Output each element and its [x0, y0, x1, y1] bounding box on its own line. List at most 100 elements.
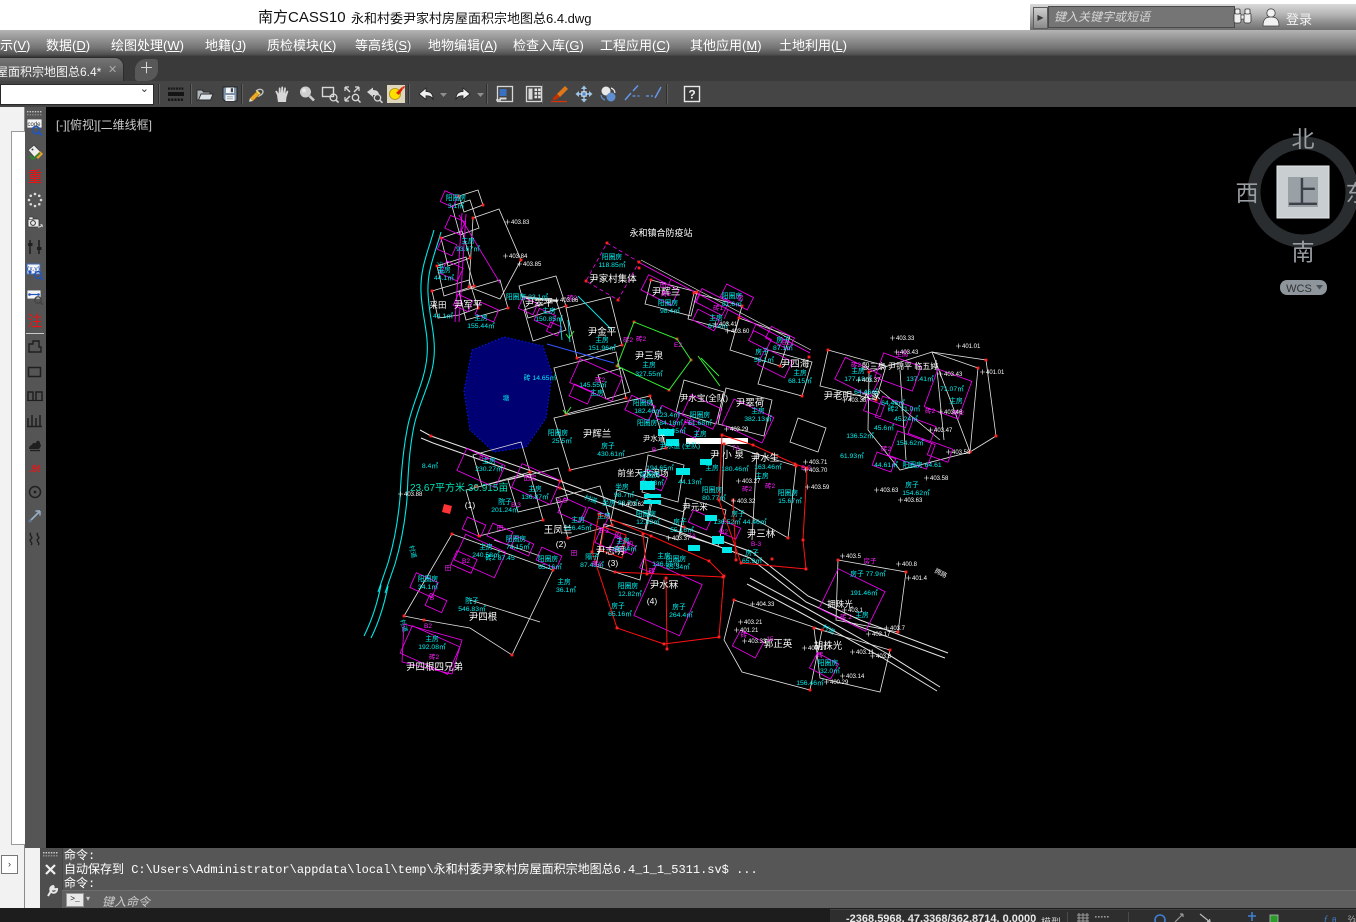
- svg-text:403.11: 403.11: [856, 650, 875, 656]
- svg-text:401.21: 401.21: [740, 628, 759, 634]
- svg-text:隔子: 隔子: [585, 552, 599, 561]
- svg-text:主房: 主房: [693, 429, 707, 438]
- svg-text:砖2: 砖2: [623, 335, 634, 344]
- svg-text:44.61㎡: 44.61㎡: [874, 460, 898, 469]
- svg-text:B.3: B.3: [557, 498, 567, 505]
- svg-text:砖2: 砖2: [881, 444, 892, 453]
- svg-text:403.5: 403.5: [846, 554, 862, 560]
- svg-text:主房: 主房: [557, 577, 571, 586]
- svg-text:砖2: 砖2: [742, 484, 753, 493]
- svg-text:WCS: WCS: [1286, 283, 1312, 295]
- svg-text:403.17: 403.17: [872, 632, 891, 638]
- svg-text:403.43: 403.43: [944, 372, 963, 378]
- svg-text:阳圈房: 阳圈房: [418, 574, 439, 583]
- svg-text:房子: 房子: [731, 509, 745, 518]
- svg-text:264.4㎡: 264.4㎡: [669, 610, 693, 619]
- svg-text:砖 14.65㎡: 砖 14.65㎡: [524, 373, 557, 382]
- svg-text:阳圈房 64.61: 阳圈房 64.61: [902, 460, 942, 469]
- svg-text:的: 的: [627, 539, 634, 548]
- svg-text:采田: 采田: [429, 300, 446, 310]
- svg-text:尹水道 (全队): 尹水道 (全队): [660, 441, 700, 450]
- svg-text:190.85㎡: 190.85㎡: [658, 426, 686, 435]
- svg-text:阳圈房: 阳圈房: [538, 554, 559, 563]
- svg-text:23.67平方米,30.915亩: 23.67平方米,30.915亩: [410, 481, 508, 494]
- svg-text:404.33: 404.33: [756, 602, 775, 608]
- svg-text:403.62: 403.62: [626, 502, 645, 508]
- svg-text:主房: 主房: [571, 515, 585, 524]
- svg-text:尹家村集体: 尹家村集体: [589, 273, 637, 285]
- svg-text:546.83㎡: 546.83㎡: [458, 604, 486, 613]
- svg-text:主房: 主房: [528, 484, 542, 493]
- svg-text:主房: 主房: [542, 306, 556, 315]
- svg-text:上: 上: [1288, 176, 1319, 211]
- svg-text:403.63: 403.63: [880, 488, 899, 494]
- svg-text:东: 东: [1346, 181, 1356, 206]
- svg-text:砖: 砖: [649, 566, 656, 575]
- svg-text:71.07㎡: 71.07㎡: [940, 384, 964, 393]
- svg-text:44.1㎡: 44.1㎡: [434, 273, 454, 282]
- svg-text:403.37: 403.37: [672, 536, 691, 542]
- svg-text:32.0㎡: 32.0㎡: [820, 666, 840, 675]
- svg-text:尹水冧: 尹水冧: [650, 579, 679, 591]
- svg-text:118.85㎡: 118.85㎡: [598, 260, 625, 269]
- svg-text:的: 的: [615, 530, 622, 539]
- svg-text:房子: 房子: [673, 517, 687, 526]
- svg-text:216.45㎡: 216.45㎡: [564, 523, 592, 532]
- svg-text:327.55㎡: 327.55㎡: [635, 369, 663, 378]
- svg-text:砖2: 砖2: [429, 652, 440, 661]
- svg-text:砖2: 砖2: [765, 481, 776, 490]
- svg-text:34.1㎡: 34.1㎡: [418, 582, 438, 591]
- svg-text:150.85㎡: 150.85㎡: [535, 314, 563, 323]
- svg-text:.9!: .9!: [29, 464, 41, 475]
- svg-text:403.43: 403.43: [900, 350, 919, 356]
- svg-text:田: 田: [660, 281, 667, 289]
- svg-text:65.34㎡: 65.34㎡: [666, 562, 690, 571]
- svg-text:403.32: 403.32: [737, 499, 756, 505]
- svg-text:3.1㎡: 3.1㎡: [448, 201, 464, 210]
- svg-text:阳圈房: 阳圈房: [602, 252, 623, 261]
- svg-text:191.46㎡: 191.46㎡: [850, 588, 878, 597]
- svg-text:E2: E2: [674, 342, 682, 349]
- svg-text:主房: 主房: [793, 368, 807, 377]
- svg-text:65.16㎡: 65.16㎡: [538, 562, 562, 571]
- svg-text:45.6㎡: 45.6㎡: [874, 423, 894, 432]
- svg-text:阳圈房 23.1㎡: 阳圈房 23.1㎡: [506, 292, 549, 301]
- svg-text:主房: 主房: [437, 265, 451, 274]
- svg-text:f: f: [1324, 915, 1328, 922]
- svg-text:403.86: 403.86: [560, 298, 579, 304]
- svg-text:尹三林: 尹三林: [747, 528, 776, 540]
- svg-text:阳圈房: 阳圈房: [506, 534, 527, 543]
- svg-text:68.15㎡: 68.15㎡: [788, 376, 812, 385]
- svg-text:砖2: 砖2: [851, 360, 862, 369]
- svg-text:403.41: 403.41: [719, 322, 738, 328]
- svg-text:主房: 主房: [949, 396, 963, 405]
- svg-text:宿: 宿: [737, 293, 744, 302]
- svg-text:403.59: 403.59: [811, 485, 830, 491]
- svg-text:阳圈房: 阳圈房: [636, 509, 657, 518]
- svg-text:98.7㎡: 98.7㎡: [614, 490, 634, 499]
- svg-text:25.5㎡: 25.5㎡: [552, 436, 572, 445]
- svg-text:45.24㎡: 45.24㎡: [894, 414, 918, 423]
- svg-text:注: 注: [27, 313, 42, 329]
- svg-text:400.17: 400.17: [808, 646, 827, 652]
- svg-text:主房: 主房: [705, 463, 719, 472]
- svg-text:98.4㎡: 98.4㎡: [660, 306, 680, 315]
- svg-text:403.88: 403.88: [404, 492, 423, 498]
- svg-text:尹水宝(全队): 尹水宝(全队): [680, 393, 728, 403]
- svg-text:阳圈房: 阳圈房: [818, 658, 839, 667]
- svg-text:房子: 房子: [905, 480, 919, 489]
- svg-text:砖2: 砖2: [661, 289, 672, 298]
- svg-text:(3): (3): [608, 558, 619, 568]
- svg-text:B-3: B-3: [751, 541, 762, 548]
- svg-text:403.58: 403.58: [952, 450, 971, 456]
- svg-text:主房: 主房: [479, 542, 493, 551]
- svg-text:403.63: 403.63: [904, 498, 923, 504]
- svg-text:(2): (2): [556, 539, 567, 549]
- svg-text:房子: 房子: [755, 347, 769, 356]
- svg-text:403.84: 403.84: [509, 254, 528, 260]
- svg-text:村道: 村道: [407, 544, 419, 559]
- svg-text:主房: 主房: [425, 634, 439, 643]
- svg-text:永和镇合防疫站: 永和镇合防疫站: [629, 227, 692, 238]
- svg-text:B2: B2: [462, 558, 470, 565]
- svg-text:砖2: 砖2: [595, 375, 606, 384]
